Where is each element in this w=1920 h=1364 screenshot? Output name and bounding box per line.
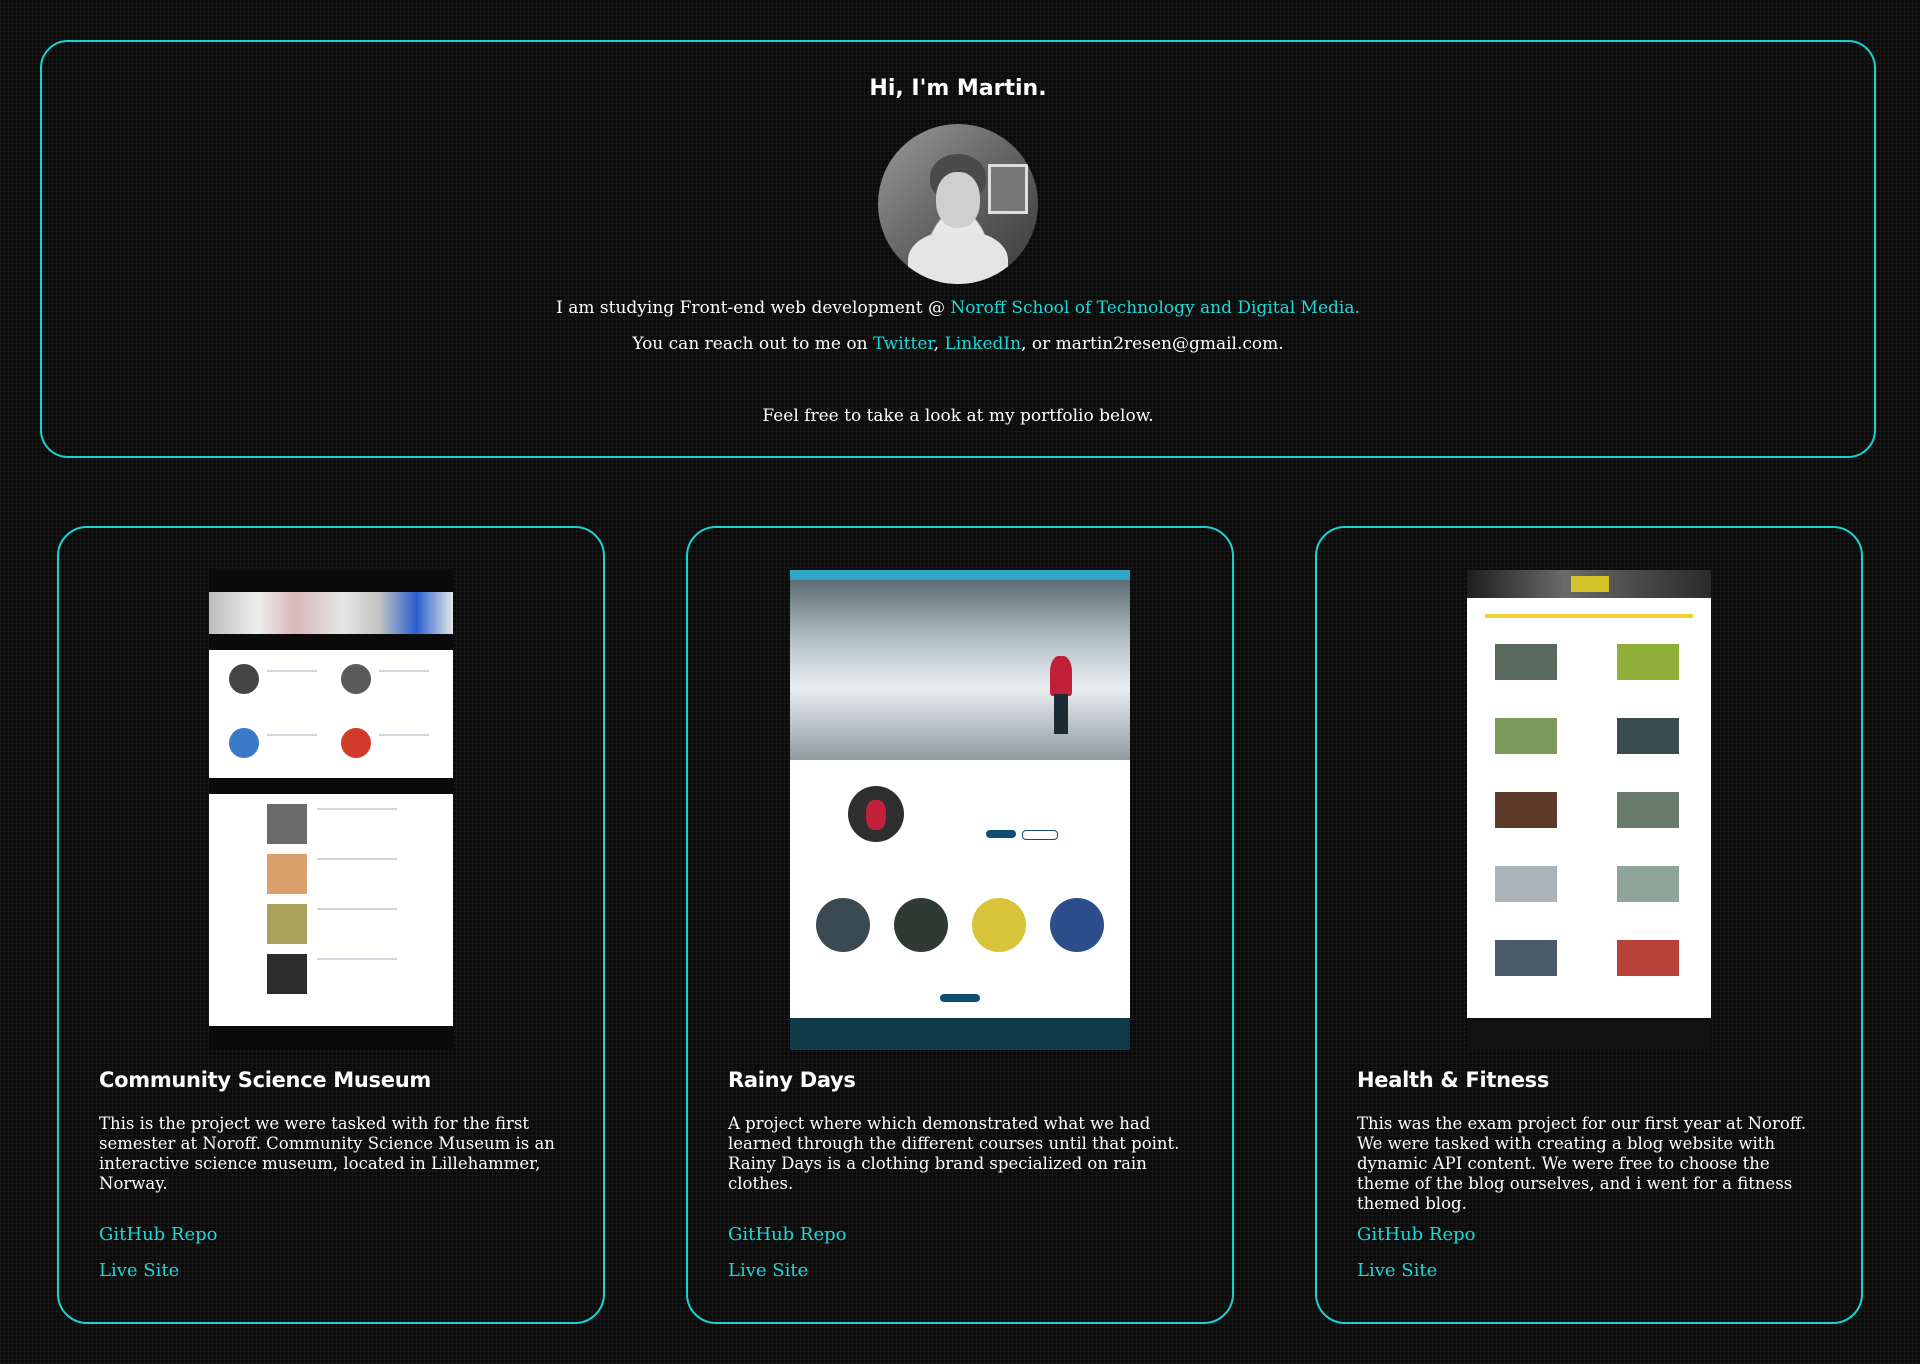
comma-separator: , xyxy=(933,334,945,354)
project-description: A project where which demonstrated what … xyxy=(728,1114,1180,1193)
project-card-rainy-days: Rainy Days A project where which demonst… xyxy=(686,526,1234,1324)
fitness-post-image xyxy=(1617,792,1679,828)
fitness-heading-bar xyxy=(1485,614,1693,618)
twitter-link[interactable]: Twitter xyxy=(873,334,934,354)
avatar-face xyxy=(936,172,980,228)
rainy-hero xyxy=(790,580,1130,760)
rainy-nav-strip xyxy=(790,570,1130,580)
museum-grid xyxy=(209,650,453,778)
museum-circle-4 xyxy=(341,728,371,758)
reach-suffix: , or martin2resen@gmail.com. xyxy=(1021,334,1284,354)
reach-prefix: You can reach out to me on xyxy=(632,334,873,354)
rainy-collection-image xyxy=(848,786,904,842)
health-fitness-screenshot[interactable] xyxy=(1467,570,1711,1050)
fitness-post-image xyxy=(1617,718,1679,754)
rainy-browse-button xyxy=(986,830,1016,838)
rainy-footer xyxy=(790,1018,1130,1050)
project-description: This is the project we were tasked with … xyxy=(99,1114,555,1193)
museum-line xyxy=(317,958,397,960)
museum-band xyxy=(209,634,453,650)
museum-band-2 xyxy=(209,778,453,794)
rainy-see-all-button xyxy=(940,994,980,1002)
portfolio-note: Feel free to take a look at my portfolio… xyxy=(762,406,1154,426)
study-text: I am studying Front-end web development … xyxy=(42,298,1874,318)
rainy-hero-person xyxy=(1050,656,1072,696)
rainy-days-screenshot[interactable] xyxy=(790,570,1130,1050)
github-repo-link[interactable]: GitHub Repo xyxy=(1357,1224,1475,1245)
github-repo-link[interactable]: GitHub Repo xyxy=(99,1224,217,1245)
project-description: This was the exam project for our first … xyxy=(1357,1114,1807,1213)
fitness-footer xyxy=(1467,1018,1711,1050)
project-title: Health & Fitness xyxy=(1357,1068,1550,1092)
museum-thumb-4 xyxy=(267,954,307,994)
greeting-heading: Hi, I'm Martin. xyxy=(869,76,1047,101)
live-site-link[interactable]: Live Site xyxy=(99,1260,179,1281)
rainy-gift-4 xyxy=(1050,898,1104,952)
school-link[interactable]: Noroff School of Technology and Digital … xyxy=(950,298,1360,318)
museum-circle-3 xyxy=(229,728,259,758)
museum-thumb-3 xyxy=(267,904,307,944)
museum-circle-2 xyxy=(341,664,371,694)
contact-text: You can reach out to me on Twitter, Link… xyxy=(42,334,1874,354)
fitness-post-image xyxy=(1495,792,1557,828)
avatar-shirt xyxy=(908,232,1008,284)
linkedin-link[interactable]: LinkedIn xyxy=(944,334,1021,354)
rainy-gift-2 xyxy=(894,898,948,952)
project-title: Community Science Museum xyxy=(99,1068,431,1092)
museum-line xyxy=(267,670,317,672)
live-site-link[interactable]: Live Site xyxy=(1357,1260,1437,1281)
avatar-background-frame xyxy=(988,164,1028,214)
study-prefix: I am studying Front-end web development … xyxy=(556,298,951,318)
fitness-post-image xyxy=(1495,718,1557,754)
fitness-post-image xyxy=(1617,940,1679,976)
fitness-nav-strip xyxy=(1467,570,1711,598)
museum-nav-strip xyxy=(209,570,453,592)
museum-line xyxy=(317,808,397,810)
museum-line xyxy=(267,734,317,736)
museum-footer xyxy=(209,1026,453,1050)
rainy-more-info-button xyxy=(1022,830,1058,840)
museum-circle-1 xyxy=(229,664,259,694)
fitness-post-image xyxy=(1495,866,1557,902)
museum-screenshot[interactable] xyxy=(209,570,453,1050)
museum-exhibitions xyxy=(209,794,453,1014)
museum-line xyxy=(317,908,397,910)
museum-line xyxy=(317,858,397,860)
museum-hero-strip xyxy=(209,592,453,634)
fitness-post-image xyxy=(1495,940,1557,976)
fitness-post-image xyxy=(1495,644,1557,680)
rainy-hero-person-legs xyxy=(1054,694,1068,734)
project-card-museum: Community Science Museum This is the pro… xyxy=(57,526,605,1324)
museum-line xyxy=(379,734,429,736)
github-repo-link[interactable]: GitHub Repo xyxy=(728,1224,846,1245)
museum-thumb-1 xyxy=(267,804,307,844)
rainy-gift-1 xyxy=(816,898,870,952)
rainy-content xyxy=(790,760,1130,1018)
fitness-post-image xyxy=(1617,644,1679,680)
live-site-link[interactable]: Live Site xyxy=(728,1260,808,1281)
museum-line xyxy=(379,670,429,672)
museum-thumb-2 xyxy=(267,854,307,894)
project-card-health-fitness: Health & Fitness This was the exam proje… xyxy=(1315,526,1863,1324)
rainy-gift-3 xyxy=(972,898,1026,952)
fitness-post-image xyxy=(1617,866,1679,902)
intro-card: Hi, I'm Martin. I am studying Front-end … xyxy=(40,40,1876,458)
profile-avatar xyxy=(878,124,1038,284)
project-title: Rainy Days xyxy=(728,1068,856,1092)
